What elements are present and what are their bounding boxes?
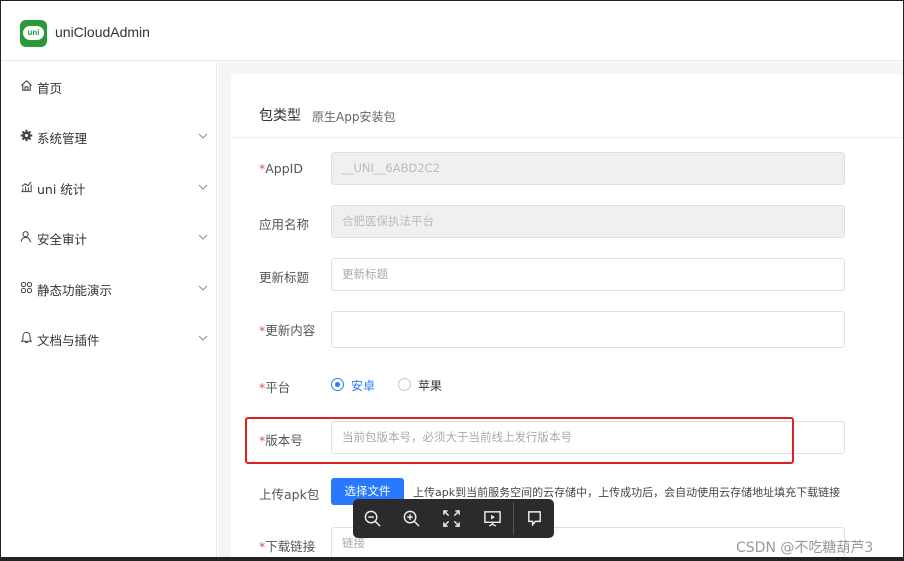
highlight-annotation bbox=[245, 417, 794, 464]
toolbar-separator bbox=[513, 502, 514, 535]
chevron-down-icon bbox=[198, 335, 208, 341]
sidebar: 首页 系统管理 uni 统计 安全审计 静态功能演示 文档与插件 bbox=[1, 62, 217, 557]
top-header: uni uniCloudAdmin bbox=[1, 1, 903, 61]
platform-ios-label[interactable]: 苹果 bbox=[418, 377, 442, 394]
platform-android-label[interactable]: 安卓 bbox=[351, 377, 375, 394]
slideshow-icon[interactable] bbox=[483, 509, 502, 528]
app-name-field: 合肥医保执法平台 bbox=[331, 205, 845, 238]
download-link-label: *下载链接 bbox=[259, 536, 315, 555]
platform-label-text: 平台 bbox=[265, 380, 291, 395]
sidebar-item-label: 安全审计 bbox=[37, 232, 88, 247]
home-icon bbox=[21, 80, 32, 91]
package-type-value: 原生App安装包 bbox=[312, 110, 396, 124]
gear-icon bbox=[20, 129, 33, 142]
zoom-out-icon[interactable] bbox=[363, 509, 382, 528]
chevron-down-icon bbox=[198, 285, 208, 291]
chevron-down-icon bbox=[198, 133, 208, 139]
appid-field: __UNI__6ABD2C2 bbox=[331, 152, 845, 185]
watermark: CSDN @不吃糖葫芦3 bbox=[736, 540, 874, 556]
image-viewer-toolbar bbox=[353, 499, 554, 538]
update-content-label: *更新内容 bbox=[259, 320, 315, 339]
comment-icon[interactable] bbox=[525, 509, 544, 528]
package-type-label: 包类型 bbox=[259, 108, 301, 124]
app-title[interactable]: uniCloudAdmin bbox=[55, 24, 150, 40]
update-title-label: 更新标题 bbox=[259, 270, 310, 285]
update-content-label-text: 更新内容 bbox=[265, 323, 316, 338]
platform-label: *平台 bbox=[259, 377, 290, 396]
zoom-in-icon[interactable] bbox=[402, 509, 421, 528]
platform-android-radio[interactable] bbox=[331, 378, 344, 391]
appid-label: *AppID bbox=[259, 161, 303, 176]
sidebar-item-label: 静态功能演示 bbox=[37, 283, 113, 298]
platform-ios-radio[interactable] bbox=[398, 378, 411, 391]
grid-icon bbox=[20, 281, 33, 294]
sidebar-item-label: 首页 bbox=[37, 81, 63, 96]
appid-label-text: AppID bbox=[265, 161, 303, 176]
chevron-down-icon bbox=[198, 234, 208, 240]
sidebar-item-security-audit[interactable]: 安全审计 bbox=[1, 217, 217, 257]
sidebar-item-system[interactable]: 系统管理 bbox=[1, 116, 217, 156]
upload-apk-label: 上传apk包 bbox=[259, 487, 320, 502]
sidebar-item-home[interactable]: 首页 bbox=[1, 66, 217, 106]
chart-icon bbox=[21, 181, 32, 193]
screenshot-frame: uni uniCloudAdmin 首页 系统管理 uni 统计 安全审计 静态… bbox=[0, 0, 904, 561]
user-icon bbox=[20, 231, 32, 243]
update-title-input[interactable]: 更新标题 bbox=[331, 258, 845, 291]
upload-tip: 上传apk到当前服务空间的云存储中，上传成功后，会自动使用云存储地址填充下载链接 bbox=[413, 486, 841, 499]
sidebar-item-label: 系统管理 bbox=[37, 131, 88, 146]
logo-text: uni bbox=[27, 28, 40, 37]
bell-icon bbox=[20, 331, 33, 344]
chevron-down-icon bbox=[198, 184, 208, 190]
sidebar-item-stats[interactable]: uni 统计 bbox=[1, 167, 217, 207]
sidebar-item-docs-plugins[interactable]: 文档与插件 bbox=[1, 318, 217, 358]
uni-logo[interactable]: uni bbox=[20, 20, 47, 47]
sidebar-item-label: uni 统计 bbox=[37, 182, 86, 197]
update-content-textarea[interactable] bbox=[331, 311, 845, 348]
sidebar-item-label: 文档与插件 bbox=[37, 333, 100, 348]
fullscreen-icon[interactable] bbox=[442, 509, 461, 528]
panel-header: 包类型 原生App安装包 bbox=[231, 74, 903, 138]
app-name-label: 应用名称 bbox=[259, 217, 310, 232]
download-link-label-text: 下载链接 bbox=[265, 539, 316, 554]
cloud-icon: uni bbox=[23, 26, 44, 40]
sidebar-item-static-demo[interactable]: 静态功能演示 bbox=[1, 268, 217, 308]
